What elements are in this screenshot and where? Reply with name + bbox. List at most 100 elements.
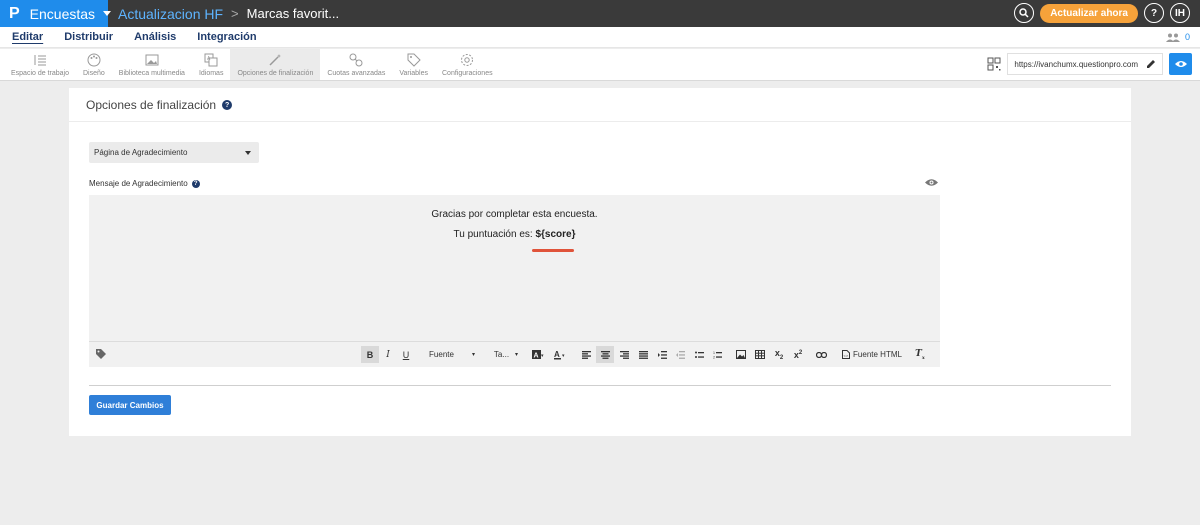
divider [89, 385, 1111, 386]
tag-icon [407, 53, 421, 67]
editor-toolbar-main: Espacio de trabajo Diseño Biblioteca mul… [0, 49, 1200, 81]
bullet-list-icon [694, 351, 704, 358]
rich-text-editor[interactable]: Gracias por completar esta encuesta. Tu … [89, 195, 940, 367]
align-right-button[interactable] [615, 346, 633, 363]
indent-icon [657, 350, 667, 359]
outdent-icon [675, 350, 685, 359]
clear-format-icon: Tx [915, 348, 925, 361]
survey-url-field[interactable]: https://ivanchumx.questionpro.com [1007, 53, 1163, 75]
collaborators-indicator[interactable]: 0 [1165, 32, 1190, 42]
align-center-button[interactable] [596, 346, 614, 363]
insert-image-button[interactable] [732, 346, 750, 363]
underline-button[interactable]: U [397, 346, 415, 363]
align-center-icon [600, 350, 610, 359]
remove-format-button[interactable]: Tx [911, 346, 929, 363]
background-color-button[interactable]: A ▾ [529, 346, 547, 363]
tool-workspace[interactable]: Espacio de trabajo [4, 49, 76, 80]
score-variable: ${score} [535, 229, 576, 240]
editor-format-toolbar: B I U Fuente ▾ Ta... ▾ A ▾ A ▾ 12 x2 x2 <> Fu… [89, 341, 940, 367]
justify-icon [638, 350, 648, 359]
subscript-icon: x2 [774, 348, 784, 361]
help-button[interactable]: ? [1144, 3, 1164, 23]
preview-button[interactable] [1169, 53, 1192, 75]
thank-you-message-label: Mensaje de Agradecimiento ? [89, 179, 200, 188]
menu-distribuir[interactable]: Distribuir [64, 31, 113, 43]
font-size-dropdown[interactable]: Ta... ▾ [489, 346, 523, 363]
svg-text:<>: <> [844, 353, 849, 358]
pencil-icon[interactable] [1146, 59, 1156, 69]
align-left-icon [581, 350, 591, 359]
eye-icon [1174, 61, 1187, 67]
insert-table-button[interactable] [751, 346, 769, 363]
update-now-button[interactable]: Actualizar ahora [1040, 3, 1138, 23]
numbered-list-button[interactable]: 12 [708, 346, 726, 363]
breadcrumb-folder-link[interactable]: Actualizacion HF [118, 6, 223, 22]
page-title: Opciones de finalización ? [86, 98, 233, 112]
save-changes-button[interactable]: Guardar Cambios [89, 395, 171, 415]
top-bar: P Encuestas Actualizacion HF > Marcas fa… [0, 0, 1200, 27]
tag-icon[interactable] [95, 348, 107, 360]
help-icon[interactable]: ? [191, 179, 200, 188]
palette-icon [87, 53, 101, 66]
subscript-button[interactable]: x2 [770, 346, 788, 363]
link-icon [815, 351, 827, 358]
highlight-icon: A ▾ [532, 349, 544, 359]
font-family-dropdown[interactable]: Fuente ▾ [427, 346, 477, 363]
tool-languages[interactable]: A Idiomas [192, 49, 231, 80]
main-menu: Editar Distribuir Análisis Integración 0 [0, 27, 1200, 48]
svg-text:▾: ▾ [562, 353, 565, 359]
image-icon [736, 350, 746, 359]
menu-integracion[interactable]: Integración [197, 31, 256, 43]
end-options-panel: Opciones de finalización ? Página de Agr… [69, 88, 1131, 436]
survey-title[interactable]: Marcas favorit... [247, 6, 339, 21]
superscript-icon: x2 [793, 349, 803, 360]
italic-button[interactable]: I [379, 346, 397, 363]
breadcrumb: Actualizacion HF > Marcas favorit... [118, 6, 339, 22]
search-button[interactable] [1014, 3, 1035, 23]
search-icon [1019, 8, 1029, 18]
justify-button[interactable] [634, 346, 652, 363]
qr-code-icon[interactable] [987, 57, 1001, 71]
align-left-button[interactable] [577, 346, 595, 363]
survey-url: https://ivanchumx.questionpro.com [1014, 59, 1138, 69]
product-name: Encuestas [29, 5, 96, 22]
html-source-icon: <> [842, 350, 851, 359]
highlight-underline [532, 249, 574, 252]
indent-button[interactable] [653, 346, 671, 363]
questionpro-logo: P [9, 4, 20, 22]
superscript-button[interactable]: x2 [789, 346, 807, 363]
menu-editar[interactable]: Editar [12, 31, 43, 43]
help-icon[interactable]: ? [222, 100, 233, 110]
tool-end-options[interactable]: Opciones de finalización [230, 49, 321, 80]
bold-button[interactable]: B [361, 346, 379, 363]
preview-eye-icon[interactable] [925, 178, 938, 187]
outdent-button[interactable] [671, 346, 689, 363]
product-switcher[interactable]: P Encuestas [0, 0, 112, 27]
bullet-list-button[interactable] [690, 346, 708, 363]
tool-advanced-quotas[interactable]: Cuotas avanzadas [320, 49, 392, 80]
tool-settings[interactable]: Configuraciones [435, 49, 500, 80]
insert-link-button[interactable] [812, 346, 830, 363]
gear-icon [461, 53, 474, 66]
tool-media-library[interactable]: Biblioteca multimedia [112, 49, 192, 80]
text-color-icon: A ▾ [553, 350, 565, 359]
menu-analisis[interactable]: Análisis [134, 31, 176, 43]
breadcrumb-separator: > [231, 6, 239, 21]
align-right-icon [619, 350, 629, 359]
tool-design[interactable]: Diseño [76, 49, 112, 80]
quota-icon [349, 53, 363, 66]
image-icon [145, 54, 159, 65]
editor-line-thanks: Gracias por completar esta encuesta. [431, 209, 598, 220]
svg-text:2: 2 [713, 355, 715, 359]
collaborators-count: 0 [1184, 32, 1190, 42]
tool-variables[interactable]: Variables [392, 49, 435, 80]
end-page-select[interactable]: Página de Agradecimiento [89, 142, 259, 163]
html-source-button[interactable]: <> Fuente HTML [839, 346, 905, 363]
editor-line-score: Tu puntuación es: ${score} [453, 229, 576, 240]
divider [69, 121, 1131, 122]
user-avatar[interactable]: IH [1170, 3, 1190, 23]
text-color-button[interactable]: A ▾ [551, 346, 569, 363]
users-icon [1165, 33, 1180, 42]
svg-text:A: A [534, 352, 539, 359]
svg-text:1: 1 [713, 351, 715, 355]
